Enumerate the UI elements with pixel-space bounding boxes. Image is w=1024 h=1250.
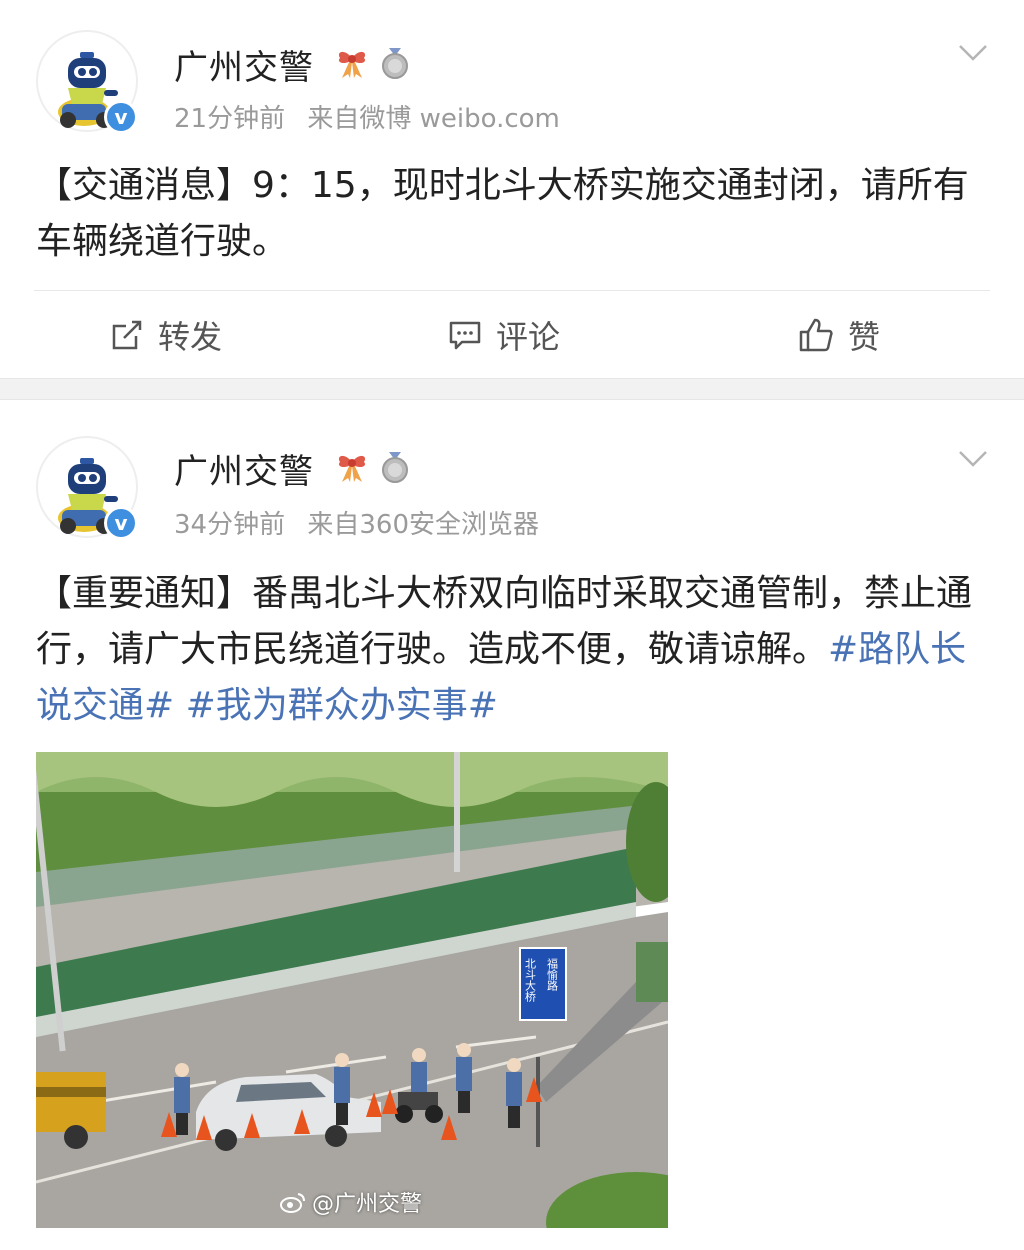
repost-button[interactable]: 转发 (110, 291, 222, 379)
post-time: 21分钟前 (174, 104, 286, 134)
author-avatar[interactable]: v (36, 436, 138, 540)
like-label: 赞 (848, 318, 881, 356)
post-time: 34分钟前 (174, 510, 286, 540)
image-watermark: @广州交警 (280, 1186, 422, 1218)
author-name[interactable]: 广州交警 (174, 444, 314, 493)
sign-text-right: 福愉路 (546, 957, 559, 992)
medal-badge-icon[interactable] (378, 46, 412, 80)
repost-icon (112, 320, 142, 350)
chevron-down-icon[interactable] (956, 442, 990, 476)
post-meta: 21分钟前 来自微博 weibo.com (174, 98, 560, 135)
post-meta: 34分钟前 来自360安全浏览器 (174, 504, 539, 541)
repost-label: 转发 (158, 318, 223, 356)
comment-label: 评论 (496, 318, 561, 356)
post-source[interactable]: 来自360安全浏览器 (307, 510, 539, 540)
ribbon-badge-icon[interactable] (334, 46, 370, 80)
post-separator (0, 378, 1024, 400)
watermark-text: @广州交警 (312, 1192, 423, 1217)
thumbs-up-icon (799, 318, 833, 352)
post-text: 【重要通知】番禺北斗大桥双向临时采取交通管制，禁止通行，请广大市民绕道行驶。造成… (36, 566, 988, 734)
hashtag-link[interactable]: #我为群众办实事# (186, 685, 498, 726)
post-source[interactable]: 来自微博 weibo.com (307, 104, 560, 134)
weibo-logo-icon (280, 1193, 305, 1213)
author-avatar[interactable]: v (36, 30, 138, 134)
weibo-post-1: v 广州交警 21分钟前 来自微博 weibo.com 【交通消息】9：15，现… (0, 0, 1024, 378)
bridge-closure-photo: 北斗大桥 福愉路 (36, 752, 668, 1228)
author-badges (334, 46, 412, 80)
sign-text-left: 北斗大桥 (524, 958, 537, 1003)
weibo-post-2: v 广州交警 34分钟前 来自360安全浏览器 【重要通知】番禺北斗大桥双向临时… (0, 400, 1024, 1250)
verified-badge-icon: v (104, 100, 138, 134)
post-image[interactable]: 北斗大桥 福愉路 @广州交警 (36, 752, 668, 1228)
chevron-down-icon[interactable] (956, 36, 990, 70)
medal-badge-icon[interactable] (378, 450, 412, 484)
like-button[interactable]: 赞 (798, 291, 880, 379)
verified-badge-icon: v (104, 506, 138, 540)
comment-icon (449, 321, 481, 350)
ribbon-badge-icon[interactable] (334, 450, 370, 484)
author-name[interactable]: 广州交警 (174, 40, 314, 89)
author-badges (334, 450, 412, 484)
post-action-bar: 转发 评论 赞 (34, 290, 990, 379)
comment-button[interactable]: 评论 (448, 291, 560, 379)
post-text: 【交通消息】9：15，现时北斗大桥实施交通封闭，请所有车辆绕道行驶。 (36, 165, 969, 262)
